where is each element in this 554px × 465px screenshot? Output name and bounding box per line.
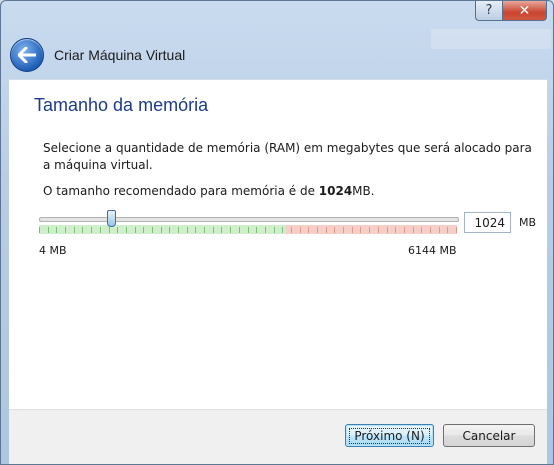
slider-min-label: 4 MB (39, 244, 67, 257)
back-arrow-icon (18, 47, 36, 63)
next-button[interactable]: Próximo (N) (345, 424, 434, 447)
memory-unit-label: MB (519, 216, 537, 229)
slider-max-label: 6144 MB (408, 244, 457, 257)
memory-size-input[interactable] (464, 212, 511, 233)
window-title: Criar Máquina Virtual (54, 47, 186, 63)
wizard-page: Tamanho da memória Selecione a quantidad… (9, 79, 547, 410)
close-button[interactable]: ✕ (502, 1, 547, 21)
recommend-value: 1024 (318, 184, 353, 198)
wizard-footer: Próximo (N) Cancelar (9, 409, 547, 464)
wizard-header: Criar Máquina Virtual (10, 35, 544, 75)
slider-track (39, 217, 459, 222)
dialog-window: ? ✕ Criar Máquina Virtual Tamanho da mem… (0, 0, 554, 465)
titlebar-controls: ? ✕ (475, 1, 547, 23)
back-button[interactable] (10, 38, 44, 72)
page-title: Tamanho da memória (34, 95, 209, 115)
recommended-memory-text: O tamanho recomendado para memória é de … (43, 184, 375, 198)
slider-ticks (39, 227, 457, 233)
recommend-prefix: O tamanho recomendado para memória é de (43, 184, 319, 198)
slider-thumb[interactable] (107, 210, 116, 227)
help-button[interactable]: ? (475, 1, 502, 21)
page-description: Selecione a quantidade de memória (RAM) … (43, 141, 532, 172)
recommend-suffix: MB. (352, 184, 375, 198)
next-button-label: Próximo (N) (349, 427, 430, 444)
memory-slider[interactable] (39, 206, 459, 236)
cancel-button[interactable]: Cancelar (443, 424, 535, 447)
